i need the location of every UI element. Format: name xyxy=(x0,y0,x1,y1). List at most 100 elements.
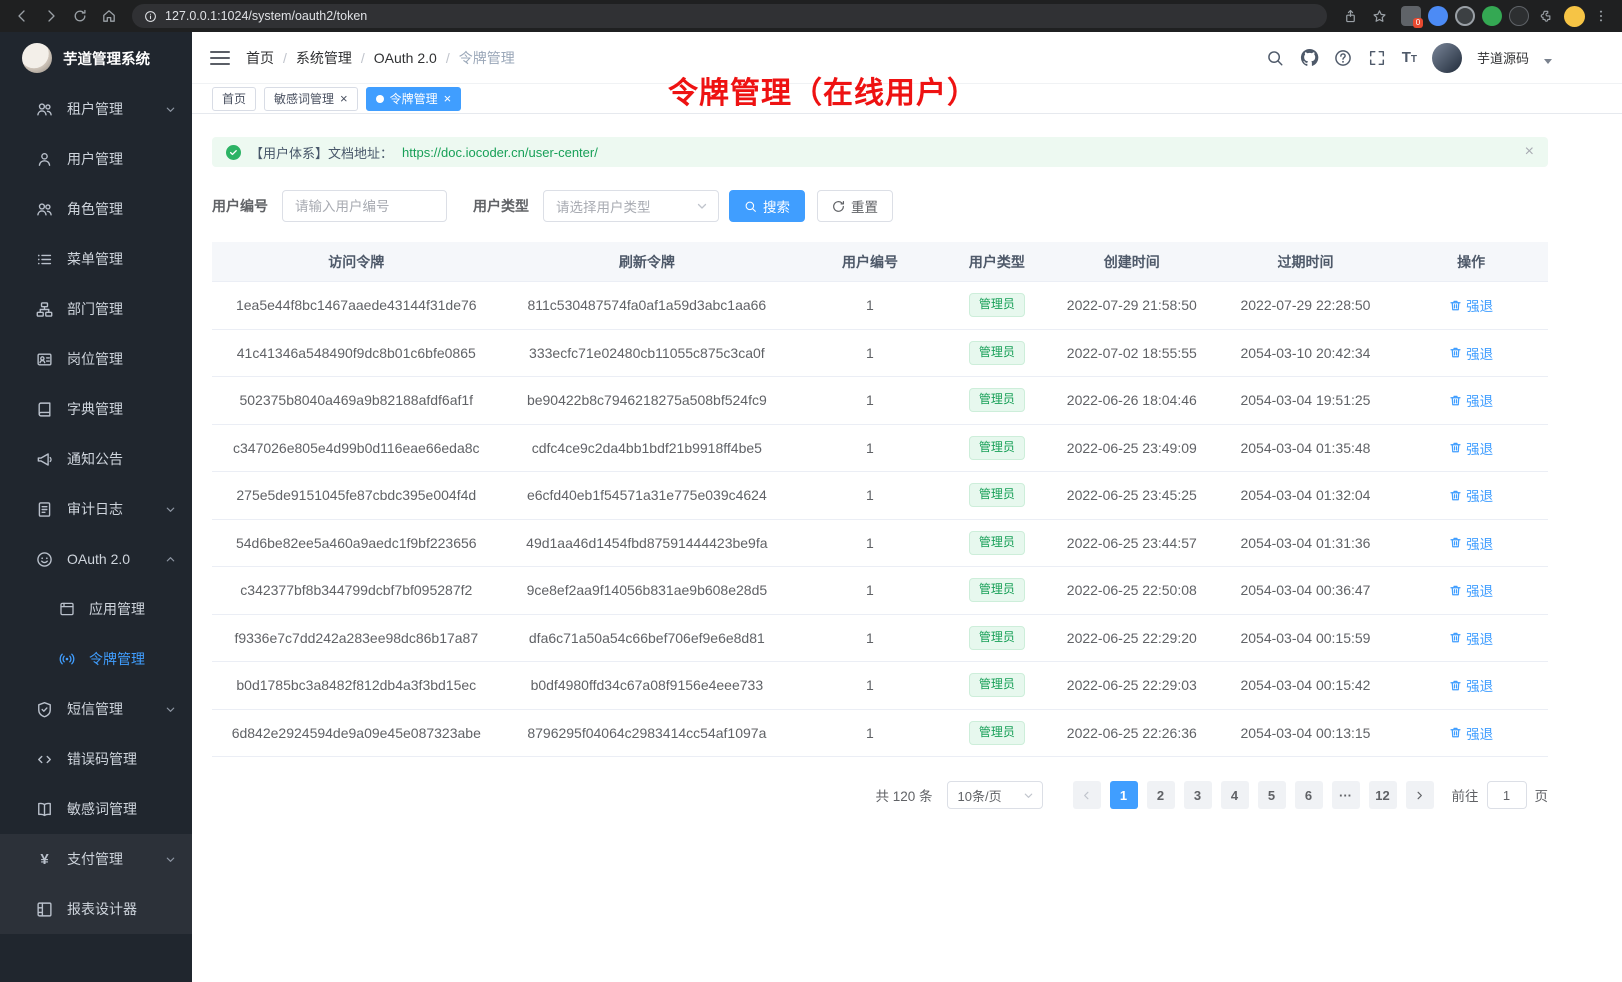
table-row: 275e5de9151045fe87cbdc395e004f4d e6cfd40… xyxy=(212,472,1548,520)
user-id-input[interactable] xyxy=(282,190,447,222)
alert-label: 【用户体系】文档地址： xyxy=(250,143,393,162)
sidebar-item-payment-management[interactable]: ¥ 支付管理 xyxy=(0,834,192,884)
action-cell: 强退 xyxy=(1394,343,1548,363)
create-time-cell: 2022-06-25 22:29:20 xyxy=(1047,630,1217,646)
force-logout-button[interactable]: 强退 xyxy=(1449,295,1493,315)
force-logout-button[interactable]: 强退 xyxy=(1449,675,1493,695)
page-button-12[interactable]: 12 xyxy=(1369,781,1397,809)
user-type-cell: 管理员 xyxy=(947,673,1047,697)
font-size-icon[interactable]: TT xyxy=(1402,50,1417,65)
sidebar-item-role-management[interactable]: 角色管理 xyxy=(0,184,192,234)
extension-icon[interactable] xyxy=(1482,6,1502,26)
breadcrumb-item-oauth2[interactable]: OAuth 2.0 xyxy=(374,50,437,66)
next-page-button[interactable] xyxy=(1406,781,1434,809)
shield-icon xyxy=(36,701,53,718)
create-time-cell: 2022-06-25 22:26:36 xyxy=(1047,725,1217,741)
more-pages-button[interactable]: ··· xyxy=(1332,781,1360,809)
user-type-select[interactable]: 请选择用户类型 xyxy=(543,190,719,222)
puzzle-extensions-icon[interactable] xyxy=(1536,6,1556,26)
create-time-cell: 2022-06-25 23:44:57 xyxy=(1047,535,1217,551)
sidebar-item-notice[interactable]: 通知公告 xyxy=(0,434,192,484)
app-logo[interactable]: 芋道管理系统 xyxy=(0,32,192,84)
close-icon[interactable]: × xyxy=(444,92,452,105)
force-logout-button[interactable]: 强退 xyxy=(1449,343,1493,363)
help-icon[interactable] xyxy=(1334,48,1353,67)
sidebar-item-error-code[interactable]: 错误码管理 xyxy=(0,734,192,784)
close-icon[interactable]: × xyxy=(1525,144,1534,160)
page-button-2[interactable]: 2 xyxy=(1147,781,1175,809)
bookmark-star-icon[interactable] xyxy=(1366,3,1393,30)
sidebar-item-sms-management[interactable]: 短信管理 xyxy=(0,684,192,734)
tab-home[interactable]: 首页 xyxy=(212,87,256,111)
extension-icon[interactable]: 0 xyxy=(1401,6,1421,26)
doc-link[interactable]: https://doc.iocoder.cn/user-center/ xyxy=(402,145,598,160)
user-avatar[interactable] xyxy=(1432,43,1462,73)
sidebar-item-audit-log[interactable]: 审计日志 xyxy=(0,484,192,534)
user-name[interactable]: 芋道源码 xyxy=(1477,48,1529,67)
goto-page-input[interactable] xyxy=(1487,781,1527,809)
search-button[interactable]: 搜索 xyxy=(729,190,805,222)
sidebar-item-token-management[interactable]: 令牌管理 xyxy=(0,634,192,684)
tab-sensitive-words[interactable]: 敏感词管理 × xyxy=(264,87,358,111)
reload-button[interactable] xyxy=(66,3,93,30)
page-size-select[interactable]: 10条/页 xyxy=(947,781,1043,809)
user-type-badge: 管理员 xyxy=(969,341,1025,365)
page-button-1[interactable]: 1 xyxy=(1110,781,1138,809)
create-time-cell: 2022-06-25 22:50:08 xyxy=(1047,582,1217,598)
megaphone-icon xyxy=(36,451,53,468)
chevron-down-icon[interactable] xyxy=(1544,59,1552,64)
prev-page-button[interactable] xyxy=(1073,781,1101,809)
browser-menu-icon[interactable] xyxy=(1587,3,1614,30)
reset-button[interactable]: 重置 xyxy=(817,190,893,222)
extension-icon[interactable] xyxy=(1455,6,1475,26)
force-logout-button[interactable]: 强退 xyxy=(1449,533,1493,553)
chevron-down-icon xyxy=(696,200,708,212)
force-logout-button[interactable]: 强退 xyxy=(1449,390,1493,410)
user-type-badge: 管理员 xyxy=(969,293,1025,317)
sidebar-item-report-designer[interactable]: 报表设计器 xyxy=(0,884,192,934)
sidebar-item-dict-management[interactable]: 字典管理 xyxy=(0,384,192,434)
github-icon[interactable] xyxy=(1300,48,1319,67)
home-button[interactable] xyxy=(95,3,122,30)
breadcrumb-item-system[interactable]: 系统管理 xyxy=(296,48,352,68)
share-icon[interactable] xyxy=(1337,3,1364,30)
address-bar[interactable]: 127.0.0.1:1024/system/oauth2/token xyxy=(132,4,1327,28)
force-logout-button[interactable]: 强退 xyxy=(1449,723,1493,743)
force-logout-button[interactable]: 强退 xyxy=(1449,628,1493,648)
sidebar-item-dept-management[interactable]: 部门管理 xyxy=(0,284,192,334)
sidebar-item-sensitive-words[interactable]: 敏感词管理 xyxy=(0,784,192,834)
expire-time-cell: 2054-03-10 20:42:34 xyxy=(1217,345,1395,361)
tab-token-management[interactable]: 令牌管理 × xyxy=(366,87,462,111)
sidebar-item-menu-management[interactable]: 菜单管理 xyxy=(0,234,192,284)
page-button-4[interactable]: 4 xyxy=(1221,781,1249,809)
page-button-5[interactable]: 5 xyxy=(1258,781,1286,809)
sidebar-collapse-button[interactable] xyxy=(210,51,230,65)
sidebar: 芋道管理系统 租户管理 用户管理 角色管理 菜单管理 部门管理 xyxy=(0,32,192,982)
profile-avatar[interactable] xyxy=(1564,6,1585,27)
access-token-cell: c347026e805e4d99b0d116eae66eda8c xyxy=(212,440,501,456)
force-logout-button[interactable]: 强退 xyxy=(1449,485,1493,505)
search-icon[interactable] xyxy=(1266,48,1285,67)
extension-icon[interactable] xyxy=(1428,6,1448,26)
access-token-cell: c342377bf8b344799dcbf7bf095287f2 xyxy=(212,582,501,598)
sidebar-item-post-management[interactable]: 岗位管理 xyxy=(0,334,192,384)
sidebar-item-app-management[interactable]: 应用管理 xyxy=(0,584,192,634)
page-button-6[interactable]: 6 xyxy=(1295,781,1323,809)
sidebar-item-tenant-management[interactable]: 租户管理 xyxy=(0,84,192,134)
user-type-label: 用户类型 xyxy=(473,196,529,216)
book-icon xyxy=(36,401,53,418)
action-cell: 强退 xyxy=(1394,485,1548,505)
extension-icon[interactable] xyxy=(1509,6,1529,26)
fullscreen-icon[interactable] xyxy=(1368,48,1387,67)
sidebar-item-oauth2[interactable]: OAuth 2.0 xyxy=(0,534,192,584)
sidebar-item-user-management[interactable]: 用户管理 xyxy=(0,134,192,184)
close-icon[interactable]: × xyxy=(340,92,348,105)
page-button-3[interactable]: 3 xyxy=(1184,781,1212,809)
user-id-cell: 1 xyxy=(793,630,947,646)
breadcrumb-item-home[interactable]: 首页 xyxy=(246,48,274,68)
site-info-icon[interactable] xyxy=(144,10,157,23)
force-logout-button[interactable]: 强退 xyxy=(1449,580,1493,600)
back-button[interactable] xyxy=(8,3,35,30)
forward-button[interactable] xyxy=(37,3,64,30)
force-logout-button[interactable]: 强退 xyxy=(1449,438,1493,458)
